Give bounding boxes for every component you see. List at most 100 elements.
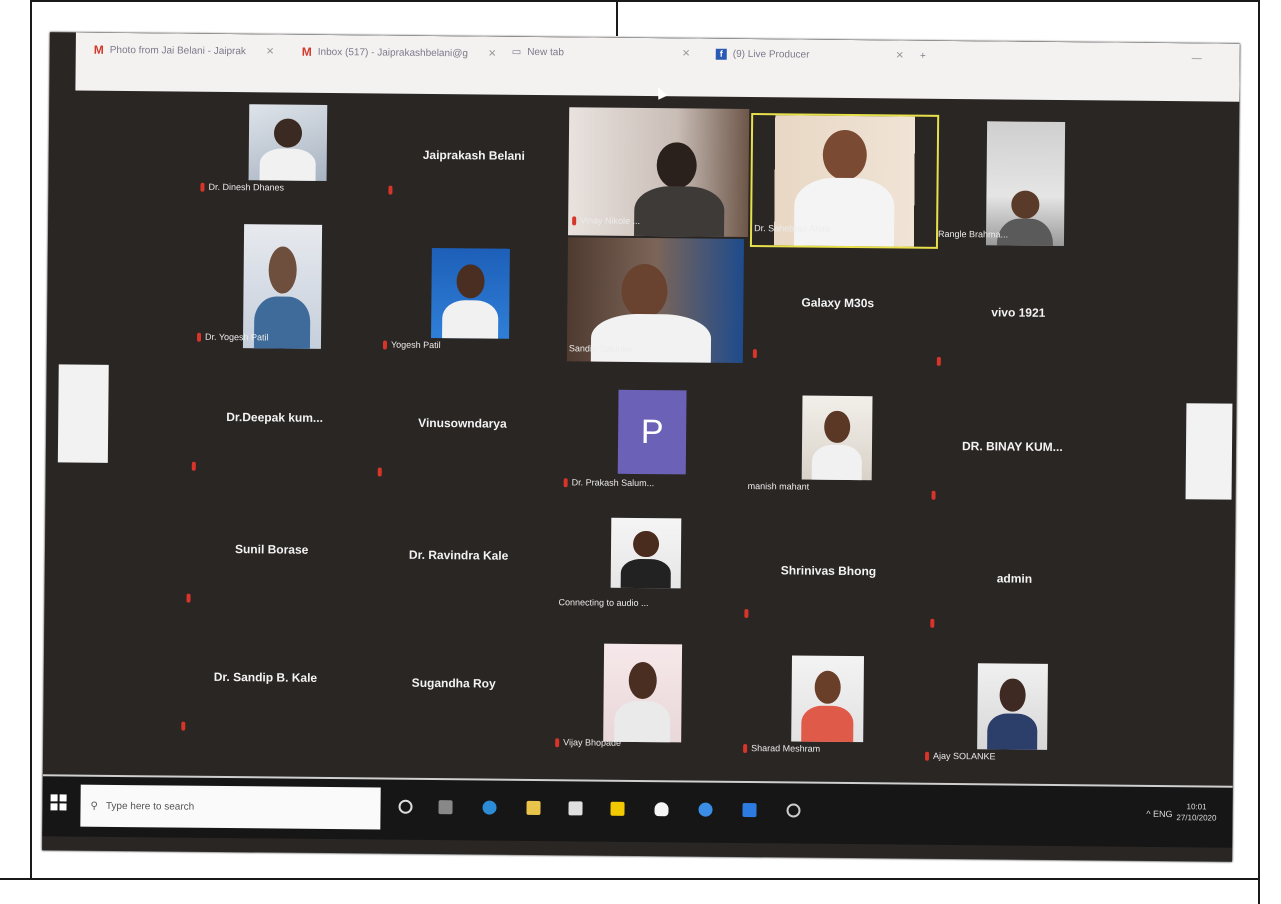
participant-name: Dr. Ravindra Kale <box>408 547 509 563</box>
participant-photo <box>985 121 1066 247</box>
muted-mic-icon <box>186 593 191 603</box>
participant-name: manish mahant <box>747 481 810 492</box>
close-icon[interactable]: ✕ <box>266 46 274 57</box>
taskbar-clock[interactable]: 10:01 27/10/2020 <box>1176 801 1216 823</box>
participant-name: Dr. Sahebrao Ahire <box>754 223 831 234</box>
participant-name: Sunil Borase <box>234 542 309 557</box>
participant-name: Ajay SOLANKE <box>933 750 996 762</box>
participant-photo <box>610 517 682 589</box>
muted-mic-icon <box>931 490 936 500</box>
participant-name: Dr. Yogesh Patil <box>204 331 269 343</box>
person-body <box>633 185 725 238</box>
avatar-initial: P <box>640 412 664 451</box>
close-icon[interactable]: ✕ <box>682 48 690 59</box>
tab-label: New tab <box>527 46 564 59</box>
muted-mic-icon <box>572 215 577 225</box>
participant-name: Rangle Brahma... <box>938 228 1009 240</box>
participant-name: Sugandha Roy <box>411 675 496 691</box>
tab-gmail-inbox[interactable]: M Inbox (517) - Jaiprakashbelani@g ✕ <box>302 45 497 61</box>
clock-date: 27/10/2020 <box>1176 813 1217 823</box>
taskbar-search-box[interactable]: ⚲ Type here to search <box>80 784 381 830</box>
muted-mic-icon <box>743 743 748 753</box>
muted-mic-icon <box>388 185 393 195</box>
muted-mic-icon <box>181 721 186 731</box>
muted-mic-icon <box>752 349 757 359</box>
app-circle-icon[interactable] <box>786 803 801 818</box>
previous-page-button[interactable] <box>57 364 109 463</box>
zoom-icon[interactable] <box>742 802 757 818</box>
person-head <box>656 142 697 189</box>
muted-mic-icon <box>200 182 205 192</box>
sticky-notes-icon[interactable] <box>610 801 625 816</box>
windows-start-icon[interactable] <box>50 794 67 811</box>
edge-icon[interactable] <box>482 800 497 815</box>
next-page-button[interactable] <box>1185 403 1233 500</box>
clock-time: 10:01 <box>1186 802 1207 812</box>
tab-label: (9) Live Producer <box>732 48 810 61</box>
paper-line-left <box>30 0 32 880</box>
participant-label: Sandip Salunke <box>569 343 632 354</box>
participant-label: manish mahant <box>748 481 810 492</box>
file-explorer-icon[interactable] <box>526 800 541 816</box>
task-view-icon[interactable] <box>438 800 453 815</box>
store-icon[interactable] <box>568 801 583 816</box>
participant-name: Vinay Nikole ... <box>580 215 641 226</box>
muted-mic-icon <box>744 609 749 619</box>
participant-name: Shrinivas Bhong <box>780 563 877 579</box>
participant-name: Yogesh Patil <box>390 339 441 351</box>
participant-name: Dr.Deepak kum... <box>226 410 324 425</box>
participant-name: admin <box>996 571 1033 586</box>
muted-mic-icon <box>936 356 941 366</box>
participant-name: Vinusowndarya <box>418 415 507 431</box>
search-icon: ⚲ <box>90 800 98 812</box>
muted-mic-icon <box>382 340 388 350</box>
chrome-icon[interactable] <box>698 802 713 817</box>
muted-mic-icon <box>563 477 568 487</box>
participant-label: Dr. Dinesh Dhanes <box>200 182 284 193</box>
participant-photo <box>603 643 683 743</box>
tab-label: Inbox (517) - Jaiprakashbelani@g <box>317 46 469 59</box>
tab-gmail-photo[interactable]: M Photo from Jai Belani - Jaiprak ✕ <box>94 43 275 59</box>
person-body <box>793 177 895 249</box>
participant-name: Galaxy M30s <box>801 295 875 311</box>
participant-grid: Dr. Dinesh Dhanes Jaiprakash Belani Vina… <box>43 92 1239 783</box>
new-tab-button[interactable]: + <box>920 51 926 62</box>
tab-label: Photo from Jai Belani - Jaiprak <box>109 44 247 57</box>
muted-mic-icon <box>930 618 935 628</box>
participant-label: Connecting to audio ... <box>558 597 648 608</box>
participant-photo <box>977 663 1048 750</box>
cortana-icon[interactable] <box>398 799 413 814</box>
paper-line-top <box>30 0 1260 2</box>
muted-mic-icon <box>191 461 196 471</box>
muted-mic-icon <box>555 737 560 747</box>
close-icon[interactable]: ✕ <box>488 48 496 59</box>
participant-name: Sandip Salunke <box>568 343 633 354</box>
participant-name: Jaiprakash Belani <box>422 147 525 163</box>
participant-name: Dr. Sandip B. Kale <box>213 669 318 685</box>
paper-line-mid <box>616 0 618 36</box>
participant-label: Sharad Meshram <box>743 743 820 754</box>
muted-mic-icon <box>196 332 202 342</box>
tab-new[interactable]: ▭ New tab ✕ <box>512 47 691 60</box>
participant-name: Connecting to audio ... <box>558 597 649 609</box>
close-icon[interactable]: ✕ <box>895 50 903 61</box>
system-tray[interactable]: ^ ENG <box>1146 809 1172 819</box>
tray-text: ^ ENG <box>1146 808 1173 820</box>
minimize-button[interactable]: — <box>1192 53 1202 64</box>
participant-name: Dr. Dinesh Dhanes <box>208 181 285 193</box>
tab-live-producer[interactable]: f (9) Live Producer ✕ + <box>715 48 926 62</box>
participant-label: Rangle Brahma... <box>938 229 1008 240</box>
participant-label: Yogesh Patil <box>382 339 441 351</box>
muted-mic-icon <box>377 467 382 477</box>
hand-cursor-icon <box>654 802 669 817</box>
window-controls: — <box>1192 53 1202 64</box>
person-body <box>590 313 712 363</box>
paper-line-bottom <box>0 878 1260 880</box>
participant-photo <box>791 655 865 743</box>
participant-avatar: P <box>617 389 687 475</box>
person-head <box>822 129 868 181</box>
windows-taskbar: ⚲ Type here to search ^ ENG 10:01 27/10/… <box>42 774 1233 848</box>
participant-photo <box>248 104 328 181</box>
gmail-icon: M <box>93 42 104 57</box>
participant-name: DR. BINAY KUM... <box>961 439 1063 455</box>
